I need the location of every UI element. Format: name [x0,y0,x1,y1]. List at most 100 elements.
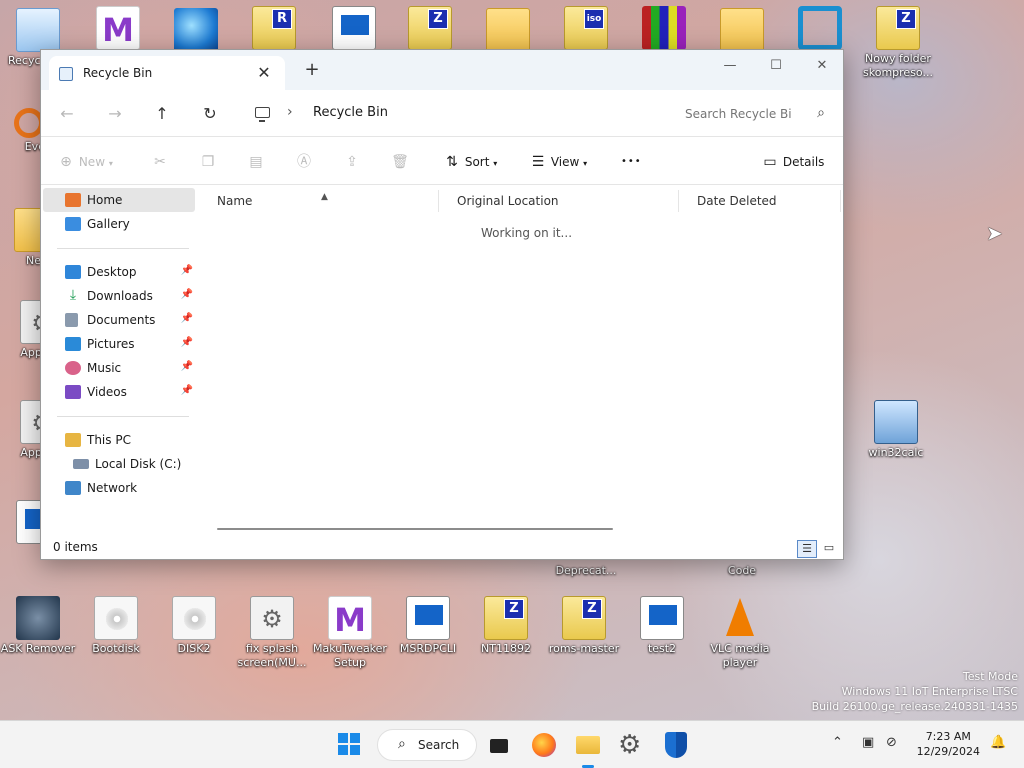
pin-icon[interactable]: 📌 [181,337,193,348]
zip-archive-icon [408,6,452,50]
pin-icon[interactable]: 📌 [181,361,193,372]
view-lines-icon: ☰ [531,154,545,170]
breadcrumb[interactable]: › Recycle Bin [247,99,665,129]
search-input[interactable] [675,99,835,129]
network-status-icon[interactable]: ▣ [862,735,874,750]
horizontal-scrollbar[interactable] [217,528,613,530]
desktop-icon-msrdpcli[interactable]: MSRDPCLI [390,596,466,656]
sort-button[interactable]: ⇅ Sort ▾ [443,149,497,175]
sidebar-item-pictures[interactable]: Pictures 📌 [43,332,195,356]
ask-remover-icon [16,596,60,640]
new-tab-button[interactable]: + [301,60,323,80]
sort-label: Sort [464,155,490,169]
title-bar[interactable]: Recycle Bin ✕ + — ☐ ✕ [41,50,843,90]
file-explorer-button[interactable] [572,729,604,768]
taskbar-search[interactable]: ⌕ Search [377,729,477,761]
start-button[interactable] [334,729,366,761]
sidebar-item-home[interactable]: Home [43,188,195,212]
share-button[interactable]: ⇪ [343,149,361,175]
pin-icon[interactable]: 📌 [181,265,193,276]
desktop-icon-folder[interactable] [470,8,546,52]
task-view-button[interactable] [484,729,516,761]
zip-archive-icon [876,6,920,50]
clock[interactable]: 7:23 AM 12/29/2024 [917,729,980,759]
column-header-date-deleted[interactable]: Date Deleted [679,190,841,212]
desktop-icon-vlc[interactable]: VLC media player [702,596,778,670]
notification-bell-icon[interactable]: 🔔 [990,735,1006,750]
pin-icon[interactable]: 📌 [181,289,193,300]
search-box[interactable]: ⌕ [675,99,835,129]
desktop-icon-fix-splash[interactable]: fix splash screen(MU... [234,596,310,670]
desktop-icon-nt11892[interactable]: NT11892 [468,596,544,656]
maximize-button[interactable]: ☐ [753,52,799,80]
desktop-icon-ask-remover[interactable]: ASK Remover [0,596,76,656]
sort-arrows-icon: ⇅ [446,154,458,170]
file-list[interactable]: Name ▲ Original Location Date Deleted Wo… [199,186,843,538]
home-icon [65,193,81,207]
desktop-icon-iso-archive[interactable] [548,6,624,50]
sidebar-item-videos[interactable]: Videos 📌 [43,380,195,404]
desktop-icon-test2[interactable]: test2 [624,596,700,656]
paste-button[interactable]: ▤ [247,149,265,175]
desktop-icon-disk2[interactable]: DISK2 [156,596,232,656]
up-button[interactable]: ↑ [148,100,176,128]
computer-icon [255,107,270,122]
back-button[interactable]: ← [53,100,81,128]
chevron-right-icon[interactable]: › [287,104,293,120]
desktop-icon-zip-archive[interactable] [392,6,468,50]
gear-icon: ⚙ [618,730,642,760]
desktop-icon-makutweaker[interactable] [80,6,156,50]
copy-button[interactable]: ❐ [199,149,217,175]
desktop-icon-roms-master[interactable]: roms-master [546,596,622,656]
share-icon: ⇪ [346,154,358,170]
refresh-button[interactable]: ↻ [196,100,224,128]
sidebar-item-desktop[interactable]: Desktop 📌 [43,260,195,284]
windows-security-button[interactable] [660,729,692,761]
desktop-icon-rar-archive[interactable] [236,6,312,50]
desktop-icon-bootdisk[interactable]: Bootdisk [78,596,154,656]
view-button[interactable]: ☰ View ▾ [529,149,587,175]
sidebar-item-network[interactable]: Network [43,476,195,500]
delete-button[interactable]: 🗑 [391,149,409,175]
desktop-icon-win32calc[interactable]: win32calc [858,400,934,460]
folder-icon [720,8,764,52]
desktop-icon-winrar-setup[interactable] [626,6,702,50]
details-pane-button[interactable]: ▭ Details [761,149,824,175]
desktop-icon-idm[interactable] [158,8,234,52]
minimize-button[interactable]: — [707,52,753,80]
sidebar-item-gallery[interactable]: Gallery [43,212,195,236]
tab-close-icon[interactable]: ✕ [253,62,275,84]
details-view-button[interactable]: ☰ [797,540,817,558]
rename-button[interactable]: Ⓐ [295,149,313,175]
desktop-icon-installer[interactable] [316,6,392,50]
tab-recycle-bin[interactable]: Recycle Bin ✕ [49,56,285,90]
column-header-name[interactable]: Name ▲ [199,190,439,212]
sidebar-item-this-pc[interactable]: This PC [43,428,195,452]
desktop-icon-makutweaker-setup[interactable]: MakuTweaker Setup [312,596,388,670]
column-header-original-location[interactable]: Original Location [439,190,679,212]
show-hidden-icons-button[interactable]: ⌃ [832,735,843,750]
sidebar-item-music[interactable]: Music 📌 [43,356,195,380]
desktop-icon-nowy-folder[interactable]: Nowy folder skompreso... [860,6,936,80]
more-options-button[interactable]: ••• [621,149,642,175]
volume-muted-icon[interactable]: ⊘ [886,735,897,750]
settings-button[interactable]: ⚙ [616,729,648,761]
new-button[interactable]: ⊕ New ▾ [57,149,113,175]
close-button[interactable]: ✕ [799,52,845,80]
cut-button[interactable]: ✂ [151,149,169,175]
search-icon[interactable]: ⌕ [817,105,825,121]
sidebar-item-documents[interactable]: Documents 📌 [43,308,195,332]
forward-button[interactable]: → [101,100,129,128]
clock-date: 12/29/2024 [916,745,980,758]
details-label: Details [782,155,825,169]
firefox-button[interactable] [528,729,560,761]
breadcrumb-recycle-bin[interactable]: Recycle Bin [313,105,388,120]
pin-icon[interactable]: 📌 [181,313,193,324]
desktop-icon-folder-2[interactable] [704,8,780,52]
sidebar-item-downloads[interactable]: ⤓ Downloads 📌 [43,284,195,308]
desktop-icon-vmware[interactable] [782,6,858,50]
chevron-down-icon: ▾ [493,159,498,168]
pin-icon[interactable]: 📌 [181,385,193,396]
tiles-view-button[interactable]: ▭ [819,540,839,558]
sidebar-item-local-disk[interactable]: Local Disk (C:) [43,452,195,476]
